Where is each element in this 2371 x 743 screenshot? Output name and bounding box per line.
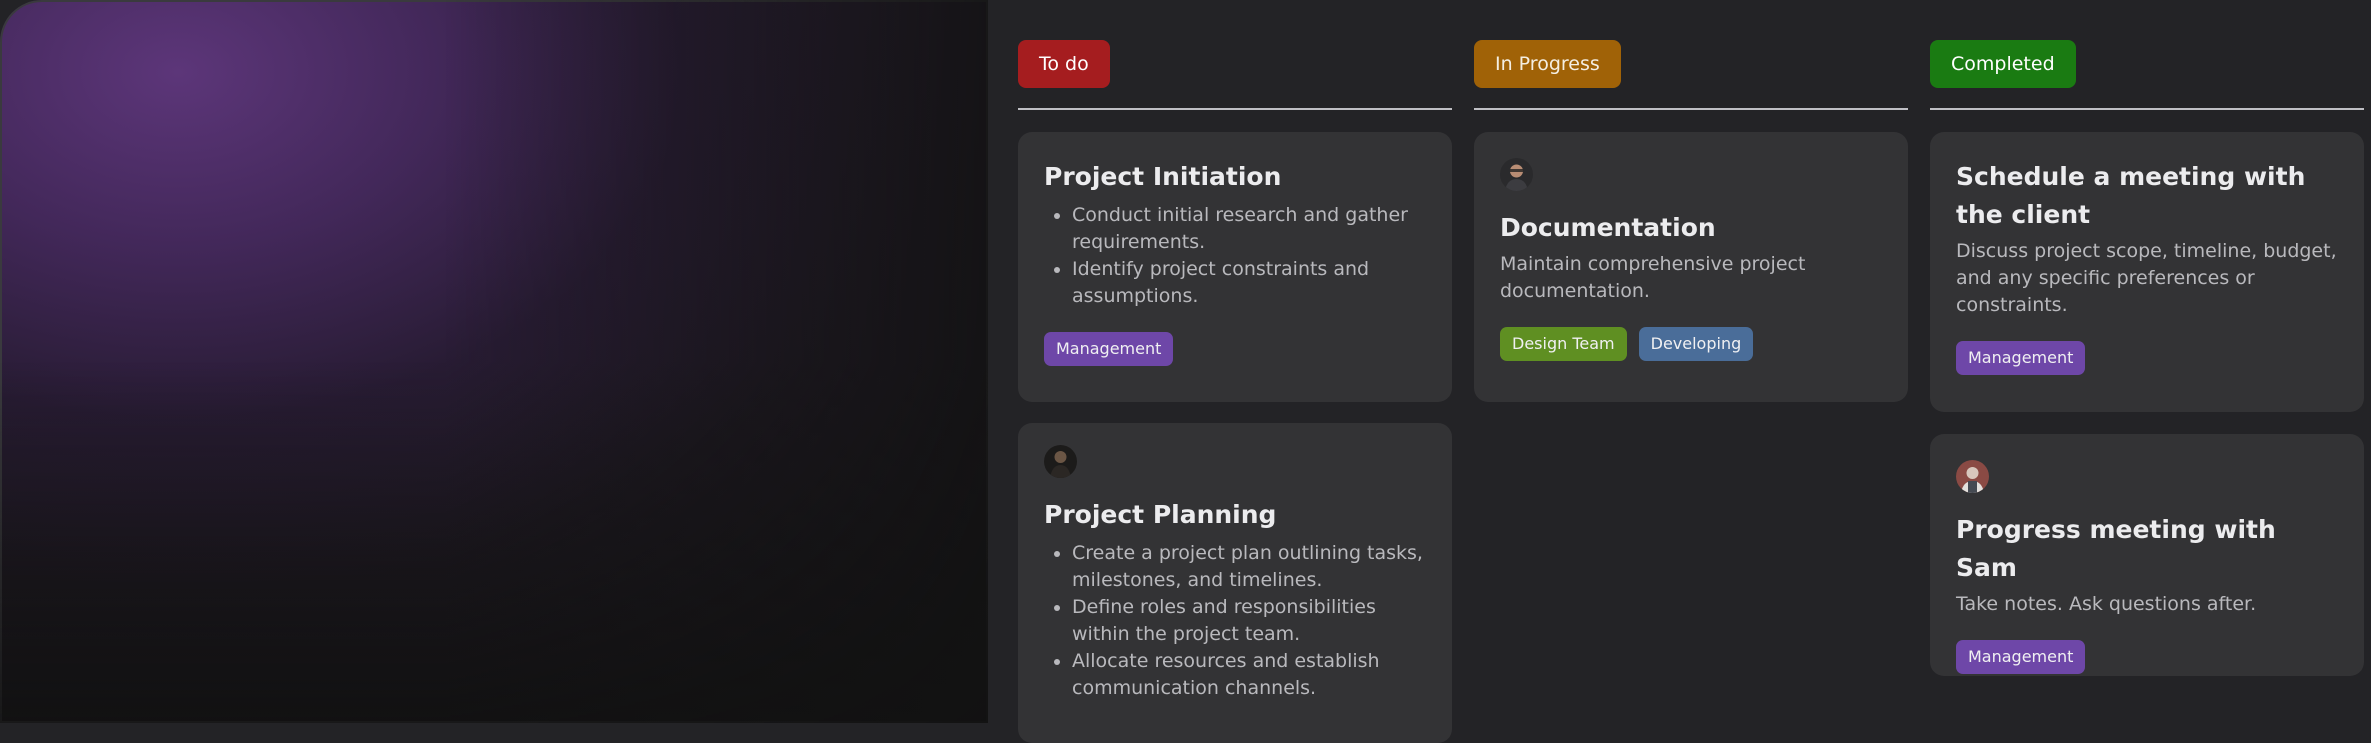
list-item: Create a project plan outlining tasks, m… (1072, 540, 1426, 594)
kanban-board: To do Project Initiation Conduct initial… (988, 0, 2371, 743)
column-divider (1474, 108, 1908, 110)
card-tags: Management (1956, 341, 2338, 375)
task-card-project-planning[interactable]: Project Planning Create a project plan o… (1018, 423, 1452, 743)
tag-management[interactable]: Management (1044, 332, 1174, 366)
user-avatar[interactable] (1956, 460, 1989, 493)
card-title: Project Planning (1044, 500, 1277, 529)
task-card-progress-meeting[interactable]: Progress meeting with Sam Take notes. As… (1930, 434, 2364, 676)
list-item: Conduct initial research and gather requ… (1072, 202, 1426, 256)
task-card-project-initiation[interactable]: Project Initiation Conduct initial resea… (1018, 132, 1452, 402)
column-completed: Completed Schedule a meeting with the cl… (1930, 0, 2364, 676)
column-todo: To do Project Initiation Conduct initial… (1018, 0, 1452, 743)
tag-management[interactable]: Management (1956, 341, 2086, 375)
status-todo-button[interactable]: To do (1018, 40, 1110, 88)
tag-developing[interactable]: Developing (1638, 327, 1754, 361)
card-description: Maintain comprehensive project documenta… (1500, 253, 1806, 302)
card-tags: Management (1956, 640, 2338, 674)
status-in-progress-button[interactable]: In Progress (1474, 40, 1621, 88)
task-card-documentation[interactable]: Documentation Maintain comprehensive pro… (1474, 132, 1908, 402)
task-card-schedule-meeting[interactable]: Schedule a meeting with the client Discu… (1930, 132, 2364, 412)
column-in-progress: In Progress Documentation Maintain compr… (1474, 0, 1908, 402)
tag-design-team[interactable]: Design Team (1500, 327, 1627, 361)
column-header-completed: Completed (1930, 0, 2364, 110)
card-description: Discuss project scope, timeline, budget,… (1956, 240, 2337, 316)
card-title: Documentation (1500, 213, 1716, 242)
status-completed-button[interactable]: Completed (1930, 40, 2076, 88)
card-tags: Design Team Developing (1500, 327, 1882, 361)
column-header-in-progress: In Progress (1474, 0, 1908, 110)
card-title: Progress meeting with Sam (1956, 515, 2276, 582)
user-avatar[interactable] (1044, 445, 1077, 478)
tag-management[interactable]: Management (1956, 640, 2086, 674)
user-avatar[interactable] (1500, 158, 1533, 191)
column-header-todo: To do (1018, 0, 1452, 110)
card-title: Schedule a meeting with the client (1956, 162, 2306, 229)
list-item: Allocate resources and establish communi… (1072, 648, 1426, 702)
column-divider (1930, 108, 2364, 110)
card-checklist: Create a project plan outlining tasks, m… (1044, 540, 1426, 702)
card-title: Project Initiation (1044, 162, 1282, 191)
hero-gradient-panel (0, 0, 988, 723)
column-divider (1018, 108, 1452, 110)
card-description: Take notes. Ask questions after. (1956, 593, 2257, 615)
card-checklist: Conduct initial research and gather requ… (1044, 202, 1426, 310)
card-tags: Management (1044, 332, 1426, 366)
list-item: Identify project constraints and assumpt… (1072, 256, 1426, 310)
list-item: Define roles and responsibilities within… (1072, 594, 1426, 648)
